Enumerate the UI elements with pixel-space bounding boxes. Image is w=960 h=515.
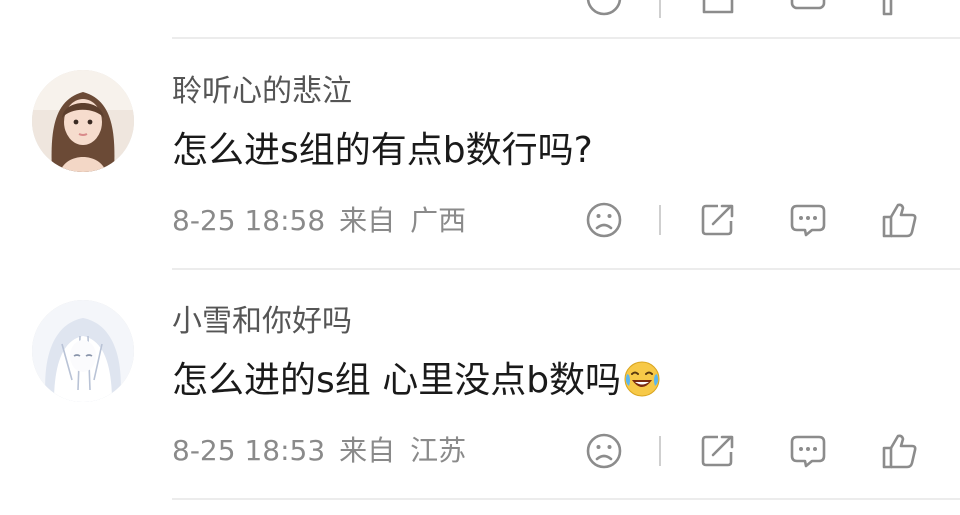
- laughing-crying-emoji-icon: [623, 360, 661, 398]
- comment-icon[interactable]: [788, 0, 828, 18]
- comment-divider: [172, 498, 960, 500]
- frown-face-icon[interactable]: [584, 431, 624, 471]
- thumbs-up-icon[interactable]: [880, 431, 920, 471]
- share-icon[interactable]: [698, 200, 738, 240]
- share-icon[interactable]: [698, 0, 738, 18]
- comment-text-body: 怎么进的s组 心里没点b数吗: [172, 360, 622, 401]
- dislike-icon[interactable]: [584, 0, 624, 18]
- avatar[interactable]: [32, 70, 134, 172]
- comment-meta: 8-25 18:58 来自 广西: [172, 204, 466, 238]
- location-prefix: 来自: [339, 204, 396, 237]
- thumbs-up-icon[interactable]: [880, 200, 920, 240]
- comment-divider: [172, 37, 960, 39]
- share-icon[interactable]: [698, 431, 738, 471]
- frown-face-icon[interactable]: [584, 200, 624, 240]
- comment-location: 江苏: [410, 434, 467, 467]
- comment-icon[interactable]: [788, 200, 828, 240]
- comment-text: 怎么进的s组 心里没点b数吗: [172, 359, 661, 403]
- location-prefix: 来自: [339, 434, 396, 467]
- comment-location: 广西: [410, 204, 467, 237]
- comment-divider: [172, 268, 960, 270]
- avatar[interactable]: [32, 300, 134, 402]
- comment-time: 8-25 18:53: [172, 434, 326, 467]
- action-divider: [659, 436, 661, 466]
- comment-icon[interactable]: [788, 431, 828, 471]
- action-divider: [659, 205, 661, 235]
- action-divider: [659, 0, 661, 18]
- comment-time: 8-25 18:58: [172, 204, 326, 237]
- thumbs-up-icon[interactable]: [880, 0, 920, 18]
- comment-text: 怎么进s组的有点b数行吗?: [172, 130, 593, 171]
- comment-meta: 8-25 18:53 来自 江苏: [172, 434, 466, 468]
- username[interactable]: 小雪和你好吗: [172, 304, 352, 340]
- username[interactable]: 聆听心的悲泣: [172, 74, 352, 110]
